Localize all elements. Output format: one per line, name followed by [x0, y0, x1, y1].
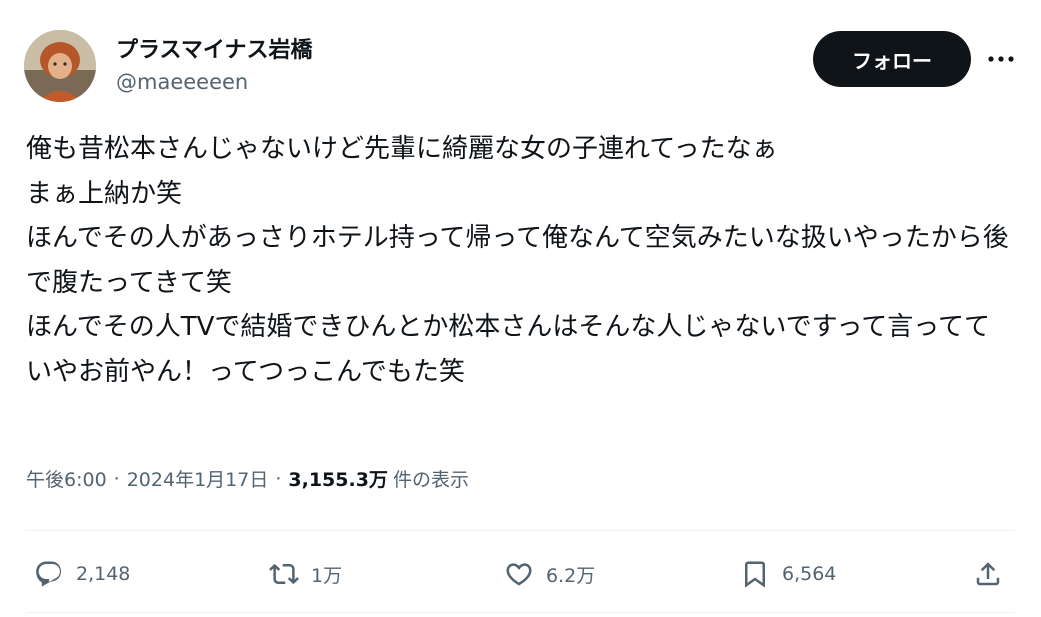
share-button[interactable]: [973, 556, 1003, 592]
follow-button[interactable]: フォロー: [813, 31, 971, 87]
user-handle[interactable]: @maeeeeen: [116, 70, 248, 94]
reply-count: 2,148: [76, 563, 131, 585]
display-name[interactable]: プラスマイナス岩橋: [116, 32, 312, 64]
repost-count: 1万: [311, 564, 343, 587]
reply-icon: [36, 561, 62, 587]
tweet-time[interactable]: 午後6:00: [26, 465, 107, 492]
repost-icon: [269, 563, 299, 585]
reply-button[interactable]: 2,148: [34, 556, 130, 592]
bookmark-count: 6,564: [782, 563, 837, 585]
more-options-button[interactable]: [982, 44, 1020, 74]
share-icon: [976, 562, 1000, 586]
views-label: 件の表示: [392, 469, 469, 491]
action-bar: 2,148 1万 6.2万 6,564: [0, 548, 1041, 600]
tweet-text: 俺も昔松本さんじゃないけど先輩に綺麗な女の子連れてったなぁ まぁ上納か笑 ほんで…: [26, 134, 1009, 387]
like-count: 6.2万: [546, 564, 596, 587]
heart-icon: [506, 563, 532, 586]
meta-separator: ·: [275, 467, 282, 490]
divider: [26, 530, 1015, 531]
repost-button[interactable]: 1万: [269, 556, 342, 592]
like-button[interactable]: 6.2万: [504, 556, 595, 592]
tweet-date[interactable]: 2024年1月17日: [127, 465, 269, 492]
meta-separator: ·: [113, 467, 120, 490]
more-horizontal-icon: [988, 56, 1014, 62]
tweet-metadata: 午後6:00 · 2024年1月17日 · 3,155.3万 件の表示: [26, 465, 469, 492]
bookmark-button[interactable]: 6,564: [740, 556, 836, 592]
avatar[interactable]: [24, 30, 96, 102]
divider: [26, 612, 1015, 613]
views-count[interactable]: 3,155.3万: [288, 465, 388, 492]
bookmark-icon: [745, 561, 765, 588]
